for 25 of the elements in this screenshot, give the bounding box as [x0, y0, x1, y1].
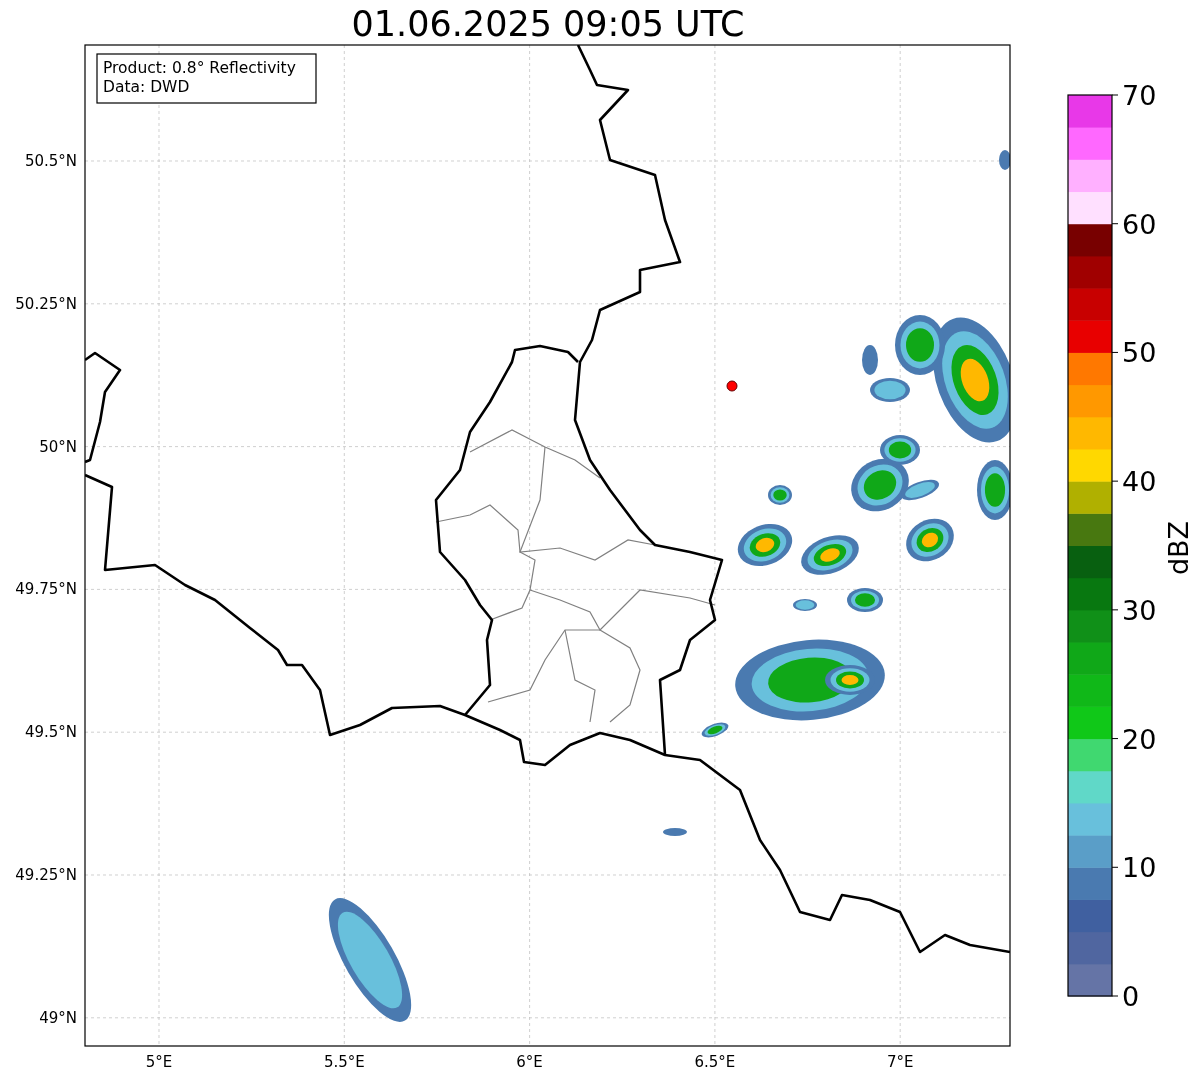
colorbar-tick-label: 10 [1122, 852, 1157, 884]
latitude-label: 49°N [39, 1008, 77, 1027]
longitude-label: 6.5°E [694, 1053, 736, 1071]
longitude-label: 6°E [516, 1053, 543, 1071]
latitude-label: 49.75°N [15, 580, 77, 599]
info-text: Data: DWD [103, 78, 190, 96]
latitude-label: 49.5°N [24, 723, 77, 742]
longitude-label: 5°E [145, 1053, 173, 1071]
longitude-label: 7°E [886, 1053, 914, 1071]
latitude-label: 50.25°N [15, 294, 77, 313]
latitude-label: 49.25°N [15, 866, 77, 884]
colorbar-tick-label: 70 [1122, 80, 1157, 111]
station-marker [726, 380, 738, 392]
colorbar-tick-label: 40 [1122, 466, 1157, 498]
chart-title: 01.06.2025 09:05 UTC [351, 4, 745, 44]
colorbar-tick-label: 20 [1122, 723, 1157, 755]
latitude-label: 50°N [39, 437, 77, 456]
info-text: Product: 0.8° Reflectivity [103, 59, 296, 77]
colorbar-label: dBZ [1163, 520, 1194, 576]
latitude-label: 50.5°N [24, 152, 77, 170]
colorbar-tick-label: 0 [1122, 981, 1140, 1012]
colorbar-tick-label: 60 [1122, 208, 1157, 240]
longitude-label: 5.5°E [323, 1053, 365, 1071]
colorbar-tick-label: 30 [1122, 594, 1157, 626]
colorbar-tick-label: 50 [1122, 337, 1157, 369]
